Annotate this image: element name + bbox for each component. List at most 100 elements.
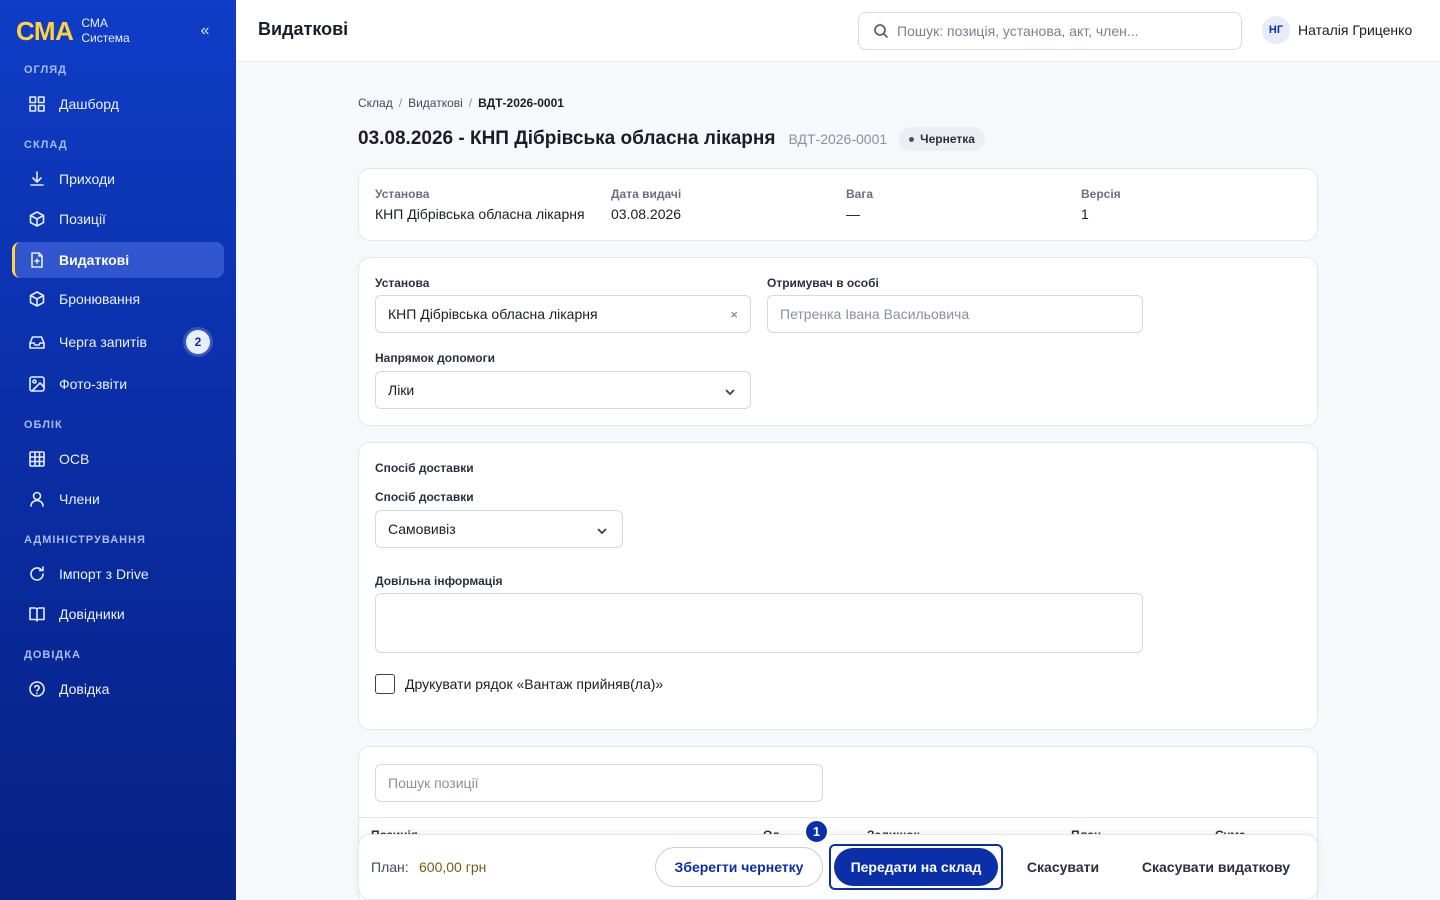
document-title: 03.08.2026 - КНП Дібрівська обласна ліка… bbox=[358, 128, 776, 149]
meta-issue-date: Дата видачі 03.08.2026 bbox=[611, 187, 681, 222]
section-label-accounting: ОБЛІК bbox=[24, 419, 63, 431]
recipient-label: Отримувач в особі bbox=[767, 276, 879, 290]
sidebar-item-help[interactable]: Довідка bbox=[12, 671, 224, 707]
sidebar-item-photo-reports[interactable]: Фото-звіти bbox=[12, 366, 224, 402]
sidebar-item-osv[interactable]: ОСВ bbox=[12, 441, 224, 477]
plan-label: План: bbox=[371, 859, 409, 875]
meta-label: Дата видачі bbox=[611, 187, 682, 201]
sidebar-item-dashboard[interactable]: Дашборд bbox=[12, 86, 224, 122]
collapse-sidebar-button[interactable]: « bbox=[196, 22, 214, 40]
sidebar-item-import-drive[interactable]: Імпорт з Drive bbox=[12, 556, 224, 592]
status-badge: Чернетка bbox=[899, 127, 985, 151]
user-icon bbox=[28, 490, 46, 508]
position-search-field[interactable] bbox=[375, 764, 823, 802]
sidebar-item-label: Імпорт з Drive bbox=[59, 566, 149, 582]
sidebar-item-members[interactable]: Члени bbox=[12, 481, 224, 517]
sidebar-item-label: ОСВ bbox=[59, 451, 90, 467]
sidebar-item-label: Черга запитів bbox=[59, 334, 147, 350]
request-count-badge: 2 bbox=[186, 330, 210, 354]
box-icon bbox=[28, 290, 46, 308]
print-line-checkbox-row[interactable]: Друкувати рядок «Вантаж прийняв(ла)» bbox=[375, 674, 663, 694]
breadcrumb-separator: / bbox=[398, 96, 403, 110]
meta-version: Версія 1 bbox=[1081, 187, 1121, 222]
submit-button-focus-ring: Передати на склад bbox=[829, 844, 1003, 890]
cancel-button[interactable]: Скасувати bbox=[1015, 847, 1111, 887]
meta-label: Версія bbox=[1081, 187, 1121, 201]
sidebar-item-label: Фото-звіти bbox=[59, 376, 128, 392]
status-label: Чернетка bbox=[920, 132, 975, 146]
brand-text: СМА Система bbox=[81, 16, 129, 46]
step-marker: 1 bbox=[804, 819, 829, 844]
direction-label: Напрямок допомоги bbox=[375, 351, 495, 365]
breadcrumb-expenses[interactable]: Видаткові bbox=[408, 96, 463, 110]
direction-select[interactable]: Ліки bbox=[375, 371, 751, 409]
inbox-icon bbox=[28, 333, 46, 351]
breadcrumb: Склад / Видаткові / ВДТ-2026-0001 bbox=[358, 96, 564, 110]
sidebar-item-reservations[interactable]: Бронювання bbox=[12, 281, 224, 317]
clear-icon[interactable]: × bbox=[730, 307, 738, 322]
box-icon bbox=[28, 210, 46, 228]
brand-line-1: СМА bbox=[81, 16, 108, 30]
sidebar-item-label: Довідка bbox=[59, 681, 110, 697]
chevron-down-icon bbox=[724, 385, 736, 397]
section-label-administration: АДМІНІСТРУВАННЯ bbox=[24, 534, 146, 546]
sidebar-item-receipts[interactable]: Приходи bbox=[12, 161, 224, 197]
sidebar-item-label: Дашборд bbox=[59, 96, 119, 112]
brand[interactable]: СМА СМА Система bbox=[16, 16, 130, 46]
position-search-input[interactable] bbox=[388, 775, 779, 791]
print-line-checkbox[interactable] bbox=[375, 674, 395, 694]
grid-icon bbox=[28, 95, 46, 113]
meta-value: — bbox=[846, 206, 860, 222]
avatar: НГ bbox=[1262, 16, 1290, 44]
global-search[interactable] bbox=[858, 12, 1242, 50]
status-dot-icon bbox=[909, 136, 915, 142]
meta-weight: Вага — bbox=[846, 187, 873, 222]
delivery-section-title: Спосіб доставки bbox=[375, 461, 474, 475]
delivery-card: Спосіб доставки Спосіб доставки Самовиві… bbox=[358, 442, 1318, 730]
info-label: Довільна інформація bbox=[375, 574, 503, 588]
print-line-checkbox-label: Друкувати рядок «Вантаж прийняв(ла)» bbox=[405, 676, 664, 692]
sidebar-item-label: Позиції bbox=[59, 211, 106, 227]
book-icon bbox=[28, 605, 46, 623]
user-name: Наталія Гриценко bbox=[1298, 22, 1413, 38]
user-menu[interactable]: НГ Наталія Гриценко bbox=[1262, 16, 1412, 44]
section-label-warehouse: СКЛАД bbox=[24, 139, 68, 151]
global-search-input[interactable] bbox=[897, 23, 1217, 39]
document-header: 03.08.2026 - КНП Дібрівська обласна ліка… bbox=[358, 127, 985, 151]
meta-value: КНП Дібрівська обласна лікарня bbox=[375, 206, 585, 222]
meta-label: Вага bbox=[846, 187, 874, 201]
delivery-method-label: Спосіб доставки bbox=[375, 490, 474, 504]
meta-label: Установа bbox=[375, 187, 430, 201]
brand-logo: СМА bbox=[16, 16, 74, 46]
download-icon bbox=[28, 170, 46, 188]
chevron-down-icon bbox=[596, 524, 608, 536]
sidebar-item-label: Видаткові bbox=[59, 252, 130, 268]
action-bar: План: 600,00 грн Зберегти чернетку Перед… bbox=[358, 834, 1318, 900]
help-icon bbox=[28, 680, 46, 698]
breadcrumb-warehouse[interactable]: Склад bbox=[358, 96, 393, 110]
sidebar-item-directories[interactable]: Довідники bbox=[12, 596, 224, 632]
sidebar-item-request-queue[interactable]: Черга запитів 2 bbox=[12, 324, 224, 360]
save-draft-button[interactable]: Зберегти чернетку bbox=[655, 847, 823, 887]
recipient-field[interactable] bbox=[767, 295, 1143, 333]
meta-card: Установа КНП Дібрівська обласна лікарня … bbox=[358, 168, 1318, 241]
direction-value: Ліки bbox=[388, 382, 415, 398]
sidebar-item-expenses[interactable]: Видаткові bbox=[12, 242, 224, 278]
info-textarea[interactable] bbox=[375, 593, 1143, 653]
institution-select[interactable]: КНП Дібрівська обласна лікарня × bbox=[375, 295, 751, 333]
delivery-method-select[interactable]: Самовивіз bbox=[375, 510, 623, 548]
document-code: ВДТ-2026-0001 bbox=[788, 131, 888, 147]
delivery-method-value: Самовивіз bbox=[388, 521, 456, 537]
sidebar-item-label: Бронювання bbox=[59, 291, 141, 307]
meta-value: 1 bbox=[1081, 206, 1089, 222]
section-label-help: ДОВІДКА bbox=[24, 649, 81, 661]
cancel-expense-button[interactable]: Скасувати видаткову bbox=[1131, 847, 1301, 887]
submit-to-warehouse-button[interactable]: Передати на склад bbox=[834, 848, 998, 886]
sidebar-item-label: Члени bbox=[59, 491, 100, 507]
meta-institution: Установа КНП Дібрівська обласна лікарня bbox=[375, 187, 585, 222]
institution-label: Установа bbox=[375, 276, 430, 290]
sidebar-item-label: Довідники bbox=[59, 606, 125, 622]
brand-line-2: Система bbox=[81, 31, 130, 45]
sidebar-item-positions[interactable]: Позиції bbox=[12, 201, 224, 237]
recipient-input[interactable] bbox=[780, 306, 1106, 322]
